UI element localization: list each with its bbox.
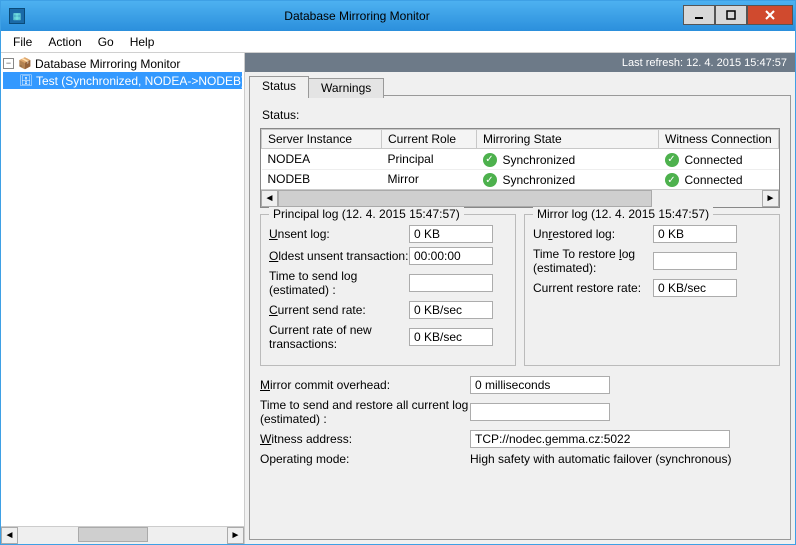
tree-panel: − 📦 Database Mirroring Monitor 🗄 Test (S… — [1, 53, 245, 544]
content-panel: Last refresh: 12. 4. 2015 15:47:57 Statu… — [245, 53, 795, 544]
send-restore-value — [470, 403, 610, 421]
send-rate-label: Current send rate: — [269, 303, 409, 317]
unsent-log-label: Unsent log: — [269, 227, 409, 241]
tree-item-label: Test (Synchronized, NODEA->NODEB) — [36, 74, 244, 88]
main-window: ▦ Database Mirroring Monitor File Action… — [0, 0, 796, 545]
status-label: Status: — [262, 108, 780, 122]
overhead-value: 0 milliseconds — [470, 376, 610, 394]
unrestored-log-value: 0 KB — [653, 225, 737, 243]
tree-hscrollbar[interactable]: ◄ ► — [1, 526, 244, 544]
col-mirroring-state[interactable]: Mirroring State — [477, 130, 659, 149]
operating-mode-label: Operating mode: — [260, 452, 470, 466]
time-restore-value — [653, 252, 737, 270]
last-refresh: Last refresh: 12. 4. 2015 15:47:57 — [245, 53, 795, 72]
overhead-label: Mirror commit overhead: — [260, 378, 470, 392]
witness-address-value: TCP://nodec.gemma.cz:5022 — [470, 430, 730, 448]
check-icon: ✓ — [665, 153, 679, 167]
scroll-thumb[interactable] — [78, 527, 148, 542]
mirror-legend: Mirror log (12. 4. 2015 15:47:57) — [533, 207, 713, 221]
menu-file[interactable]: File — [5, 35, 40, 49]
mirror-group: Mirror log (12. 4. 2015 15:47:57) Unrest… — [524, 214, 780, 366]
menu-action[interactable]: Action — [40, 35, 89, 49]
status-grid[interactable]: Server Instance Current Role Mirroring S… — [260, 128, 780, 208]
unrestored-log-label: Unrestored log: — [533, 227, 653, 241]
col-role[interactable]: Current Role — [382, 130, 477, 149]
col-witness[interactable]: Witness Connection — [659, 130, 779, 149]
scroll-left-icon[interactable]: ◄ — [261, 190, 278, 207]
table-row: NODEA Principal ✓Synchronized ✓Connected — [262, 149, 779, 170]
operating-mode-value: High safety with automatic failover (syn… — [470, 452, 731, 466]
window-title: Database Mirroring Monitor — [31, 9, 683, 23]
time-send-label: Time to send log (estimated) : — [269, 269, 409, 297]
collapse-icon[interactable]: − — [3, 58, 14, 69]
grid-hscrollbar[interactable]: ◄ ► — [261, 189, 779, 207]
tab-warnings[interactable]: Warnings — [308, 78, 384, 98]
unsent-log-value: 0 KB — [409, 225, 493, 243]
principal-legend: Principal log (12. 4. 2015 15:47:57) — [269, 207, 464, 221]
tree-root-label: Database Mirroring Monitor — [35, 57, 180, 71]
titlebar[interactable]: ▦ Database Mirroring Monitor — [1, 1, 795, 31]
oldest-unsent-value: 00:00:00 — [409, 247, 493, 265]
restore-rate-label: Current restore rate: — [533, 281, 653, 295]
scroll-left-icon[interactable]: ◄ — [1, 527, 18, 544]
scroll-thumb[interactable] — [278, 190, 652, 207]
time-restore-label: Time To restore log (estimated): — [533, 247, 653, 275]
database-icon: 🗄 — [19, 74, 33, 88]
send-rate-value: 0 KB/sec — [409, 301, 493, 319]
restore-rate-value: 0 KB/sec — [653, 279, 737, 297]
tree-item-test[interactable]: 🗄 Test (Synchronized, NODEA->NODEB) — [3, 72, 242, 89]
oldest-unsent-label: Oldest unsent transaction: — [269, 249, 409, 263]
menubar: File Action Go Help — [1, 31, 795, 53]
tree-root[interactable]: − 📦 Database Mirroring Monitor — [3, 55, 242, 72]
menu-go[interactable]: Go — [90, 35, 122, 49]
witness-address-label: Witness address: — [260, 432, 470, 446]
new-trans-value: 0 KB/sec — [409, 328, 493, 346]
scroll-right-icon[interactable]: ► — [227, 527, 244, 544]
tab-status[interactable]: Status — [249, 76, 309, 96]
app-icon: ▦ — [9, 8, 25, 24]
send-restore-label: Time to send and restore all current log… — [260, 398, 470, 426]
time-send-value — [409, 274, 493, 292]
menu-help[interactable]: Help — [122, 35, 163, 49]
table-row: NODEB Mirror ✓Synchronized ✓Connected — [262, 169, 779, 189]
new-trans-label: Current rate of new transactions: — [269, 323, 409, 351]
minimize-button[interactable] — [683, 5, 715, 25]
maximize-button[interactable] — [715, 5, 747, 25]
check-icon: ✓ — [483, 153, 497, 167]
principal-group: Principal log (12. 4. 2015 15:47:57) Uns… — [260, 214, 516, 366]
check-icon: ✓ — [483, 173, 497, 187]
close-button[interactable] — [747, 5, 793, 25]
col-server[interactable]: Server Instance — [262, 130, 382, 149]
scroll-right-icon[interactable]: ► — [762, 190, 779, 207]
check-icon: ✓ — [665, 173, 679, 187]
monitor-icon: 📦 — [18, 57, 32, 71]
